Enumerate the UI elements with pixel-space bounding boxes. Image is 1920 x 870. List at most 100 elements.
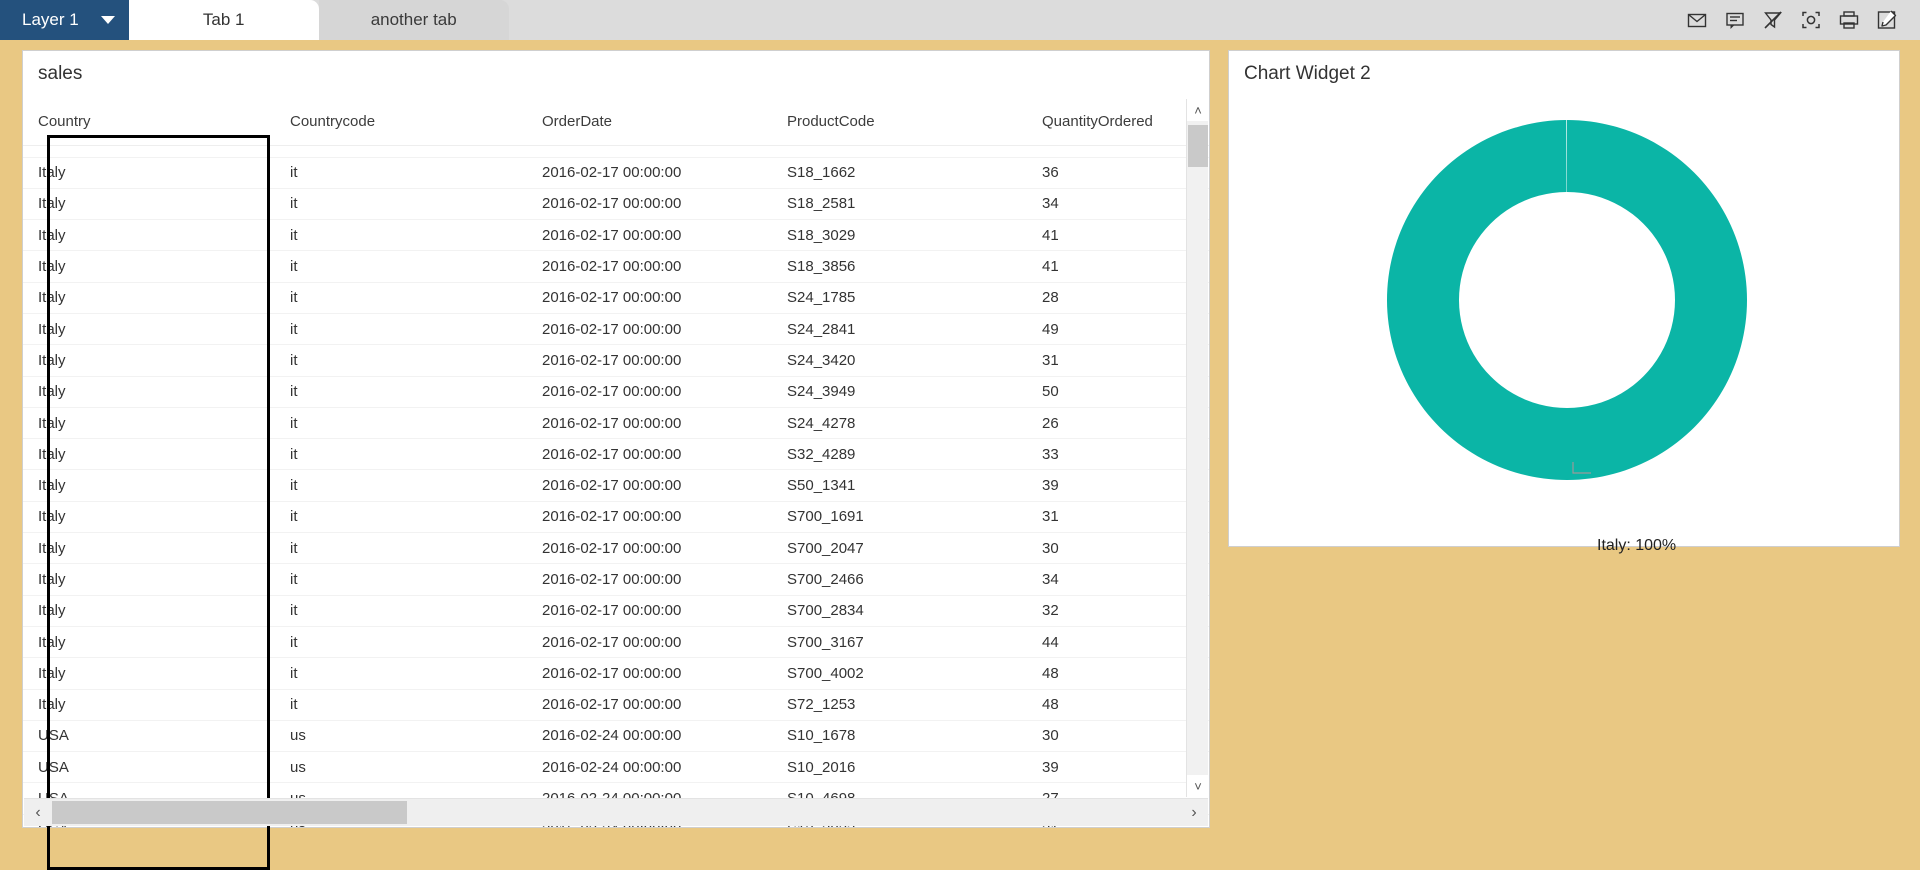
table-cell[interactable]: 34 — [1027, 563, 1209, 596]
table-cell[interactable]: it — [275, 219, 527, 252]
table-cell[interactable]: S24_1785 — [772, 282, 1027, 314]
table-cell[interactable]: 2016-02-24 00:00:00 — [527, 720, 772, 753]
table-cell[interactable]: S10_2016 — [772, 751, 1027, 784]
table-cell[interactable]: 2016-02-17 00:00:00 — [527, 689, 772, 721]
table-cell[interactable]: 2016-02-17 00:00:00 — [527, 595, 772, 627]
table-cell[interactable]: 41 — [1027, 219, 1209, 252]
table-row[interactable]: Italy it 2016-02-17 00:00:00 S50_1341 39 — [23, 469, 1209, 502]
tab-tab-1[interactable]: Tab 1 — [128, 0, 319, 40]
table-cell[interactable]: it — [275, 157, 527, 189]
table-cell[interactable]: it — [275, 313, 527, 346]
table-cell[interactable]: it — [275, 344, 527, 377]
table-cell[interactable]: Italy — [23, 689, 275, 721]
column-header-quantityordered[interactable]: QuantityOrdered — [1027, 99, 1209, 146]
table-cell[interactable]: S24_4278 — [772, 407, 1027, 440]
column-header-productcode[interactable]: ProductCode — [772, 99, 1027, 146]
table-cell[interactable]: it — [275, 657, 527, 690]
table-cell[interactable]: 2016-02-17 00:00:00 — [527, 219, 772, 252]
table-cell[interactable]: 32 — [1027, 595, 1209, 627]
vertical-scrollbar[interactable]: ˄ ˅ — [1186, 99, 1209, 797]
table-cell[interactable]: Italy — [23, 438, 275, 471]
table-cell[interactable]: S24_2841 — [772, 313, 1027, 346]
table-cell[interactable]: it — [275, 469, 527, 502]
column-header-country[interactable]: Country — [23, 99, 275, 146]
table-cell[interactable]: it — [275, 188, 527, 221]
table-cell[interactable]: S10_1678 — [772, 720, 1027, 753]
table-cell[interactable]: 49 — [1027, 313, 1209, 346]
table-cell[interactable]: 2016-02-17 00:00:00 — [527, 438, 772, 471]
column-header-countrycode[interactable]: Countrycode — [275, 99, 527, 146]
edit-icon[interactable] — [1876, 9, 1898, 31]
table-cell[interactable]: it — [275, 626, 527, 659]
table-cell[interactable]: 2016-02-17 00:00:00 — [527, 407, 772, 440]
table-cell[interactable]: S50_1341 — [772, 469, 1027, 502]
table-cell[interactable]: Italy — [23, 532, 275, 565]
table-cell[interactable]: us — [275, 751, 527, 784]
comment-icon[interactable] — [1724, 9, 1746, 31]
table-cell[interactable]: 2016-02-17 00:00:00 — [527, 626, 772, 659]
table-cell[interactable]: 28 — [1027, 282, 1209, 314]
table-cell[interactable]: S700_3167 — [772, 626, 1027, 659]
table-row[interactable]: Italy it 2016-02-17 00:00:00 S24_3949 50 — [23, 376, 1209, 408]
table-cell[interactable]: it — [275, 376, 527, 408]
table-cell[interactable]: S24_3420 — [772, 344, 1027, 377]
table-cell[interactable]: 41 — [1027, 250, 1209, 283]
scroll-left-arrow[interactable]: ‹ — [24, 799, 52, 826]
table-cell[interactable]: 31 — [1027, 501, 1209, 534]
table-row[interactable]: Italy it 2016-02-17 00:00:00 S24_3420 31 — [23, 344, 1209, 377]
table-cell[interactable]: it — [275, 563, 527, 596]
data-grid-viewport[interactable]: Country Countrycode OrderDate ProductCod… — [23, 99, 1209, 827]
table-cell[interactable]: 36 — [1027, 157, 1209, 189]
table-cell[interactable]: S700_2834 — [772, 595, 1027, 627]
table-cell[interactable]: 2016-02-17 00:00:00 — [527, 501, 772, 534]
table-cell[interactable]: 2016-02-17 00:00:00 — [527, 157, 772, 189]
table-cell[interactable]: 2016-02-17 00:00:00 — [527, 313, 772, 346]
table-cell[interactable]: 2016-02-24 00:00:00 — [527, 751, 772, 784]
donut-chart[interactable] — [1229, 93, 1899, 545]
table-row[interactable]: Italy it 2016-02-17 00:00:00 S32_4289 33 — [23, 438, 1209, 471]
vertical-scrollbar-thumb[interactable] — [1188, 125, 1208, 167]
table-cell[interactable]: S700_2047 — [772, 532, 1027, 565]
donut-slice[interactable] — [1387, 120, 1747, 480]
table-row[interactable]: Italy it 2016-02-17 00:00:00 S18_1662 36 — [23, 157, 1209, 189]
table-cell[interactable]: Italy — [23, 313, 275, 346]
table-row[interactable]: Italy it 2016-02-17 00:00:00 S700_2834 32 — [23, 595, 1209, 627]
table-cell[interactable]: us — [275, 720, 527, 753]
table-cell[interactable]: Italy — [23, 407, 275, 440]
table-cell[interactable]: Italy — [23, 376, 275, 408]
table-cell[interactable]: Italy — [23, 250, 275, 283]
table-row[interactable]: Italy it 2016-02-17 00:00:00 S18_2581 34 — [23, 188, 1209, 221]
table-cell[interactable]: S24_3949 — [772, 376, 1027, 408]
scroll-up-arrow[interactable]: ˄ — [1187, 99, 1209, 121]
table-cell[interactable]: S18_3856 — [772, 250, 1027, 283]
table-cell[interactable]: S18_3029 — [772, 219, 1027, 252]
table-cell[interactable]: 2016-02-17 00:00:00 — [527, 532, 772, 565]
table-cell[interactable]: Italy — [23, 501, 275, 534]
table-cell[interactable]: 2016-02-17 00:00:00 — [527, 282, 772, 314]
table-cell[interactable]: Italy — [23, 595, 275, 627]
table-cell[interactable]: 2016-02-17 00:00:00 — [527, 563, 772, 596]
table-row[interactable]: Italy it 2016-02-17 00:00:00 S700_4002 48 — [23, 657, 1209, 690]
table-row[interactable]: Italy it 2016-02-17 00:00:00 S24_1785 28 — [23, 282, 1209, 314]
table-cell[interactable]: it — [275, 501, 527, 534]
table-cell[interactable]: Italy — [23, 157, 275, 189]
table-cell[interactable]: 30 — [1027, 720, 1209, 753]
table-cell[interactable]: 2016-02-17 00:00:00 — [527, 188, 772, 221]
table-cell[interactable]: Italy — [23, 219, 275, 252]
layer-selector[interactable]: Layer 1 — [0, 0, 129, 40]
table-cell[interactable]: Italy — [23, 563, 275, 596]
horizontal-scrollbar[interactable]: ‹ › — [24, 798, 1208, 826]
table-row[interactable]: Italy it 2016-02-17 00:00:00 S700_2466 34 — [23, 563, 1209, 596]
table-row[interactable]: Italy it 2016-02-17 00:00:00 S18_3856 41 — [23, 250, 1209, 283]
table-cell[interactable]: it — [275, 532, 527, 565]
table-cell[interactable]: 30 — [1027, 532, 1209, 565]
table-cell[interactable]: 2016-02-17 00:00:00 — [527, 469, 772, 502]
table-cell[interactable]: Italy — [23, 469, 275, 502]
table-cell[interactable]: 48 — [1027, 657, 1209, 690]
table-cell[interactable]: 26 — [1027, 407, 1209, 440]
scroll-down-arrow[interactable]: ˅ — [1187, 775, 1209, 797]
table-cell[interactable]: S18_1662 — [772, 157, 1027, 189]
table-cell[interactable]: S18_2581 — [772, 188, 1027, 221]
table-cell[interactable]: 39 — [1027, 469, 1209, 502]
table-row[interactable]: Italy it 2016-02-17 00:00:00 S700_1691 31 — [23, 501, 1209, 534]
